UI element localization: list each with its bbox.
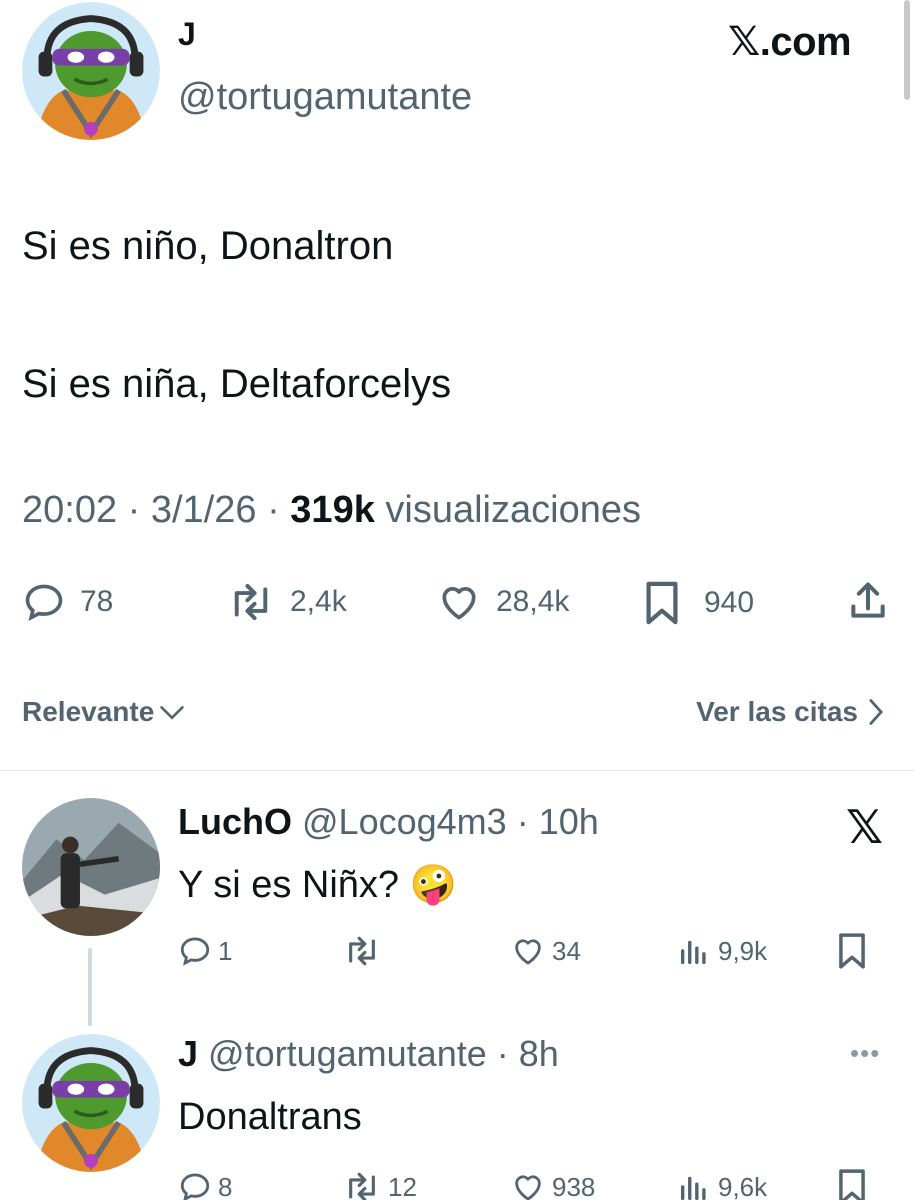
scrollbar[interactable] [904,0,910,100]
reply-views-button[interactable]: 9,9k [676,934,767,968]
reply-text-body: Y si es Niñx? [178,864,400,906]
reply-views-button[interactable]: 9,6k [676,1170,767,1200]
reply-author-handle[interactable]: @Locog4m3 [302,801,507,842]
reply-reply-button[interactable]: 1 [178,934,232,968]
bookmark-icon [646,581,678,625]
reply-reply-button[interactable]: 8 [178,1170,232,1200]
share-button[interactable] [846,578,890,624]
view-quotes-link[interactable]: Ver las citas [696,696,884,728]
bookmark-icon [839,1169,865,1200]
reply-views-count: 9,6k [718,1171,768,1200]
reply-icon [25,584,63,622]
repost-icon [349,936,375,966]
turtle-avatar-image [22,1034,160,1172]
like-count: 28,4k [496,585,570,618]
brand-logo: 𝕏.com [728,20,852,64]
divider [0,770,914,771]
repost-icon [349,1172,375,1200]
views-label: visualizaciones [374,489,641,531]
reply-like-button[interactable]: 34 [510,934,581,968]
zany-face-emoji: 🤪 [409,864,457,906]
reply-header: LuchO @Locog4m3 · 10h [178,801,599,842]
reply-icon [180,1173,210,1200]
reply-count: 78 [80,585,114,618]
tweet-meta: 20:02 · 3/1/26 · 319k visualizaciones [22,486,641,534]
heart-icon [515,939,541,965]
reply-author-handle[interactable]: @tortugamutante [208,1033,487,1074]
reply-like-button[interactable]: 938 [510,1170,595,1200]
reply-avatar[interactable] [22,798,160,936]
bookmark-icon [839,933,865,969]
reply-repost-button[interactable]: 12 [342,1170,417,1200]
heart-icon [515,1175,541,1200]
author-handle[interactable]: @tortugamutante [178,74,472,120]
heart-icon [442,587,476,620]
repost-icon [234,583,268,621]
reply-like-count: 938 [552,1171,596,1200]
view-quotes-label: Ver las citas [696,696,858,727]
tweet-text-line-1: Si es niño, Donaltron [22,224,394,268]
author-name[interactable]: J [178,14,196,54]
reply-text: Y si es Niñx? 🤪 [178,862,457,908]
reply-text: Donaltrans [178,1096,362,1138]
reply-reply-count: 1 [218,935,233,966]
chevron-right-icon [869,699,883,725]
x-logo-icon: 𝕏 [846,801,884,853]
reply-reply-count: 8 [218,1171,233,1200]
reply-button[interactable]: 78 [22,580,113,624]
reply-avatar[interactable] [22,1034,160,1172]
share-icon [851,582,885,618]
reply-author-name[interactable]: J [178,1033,198,1074]
thread-line [88,948,92,1026]
repost-button[interactable]: 2,4k [226,580,347,624]
views-icon [680,940,706,965]
chevron-down-icon [160,706,185,720]
bookmark-count: 940 [704,586,755,619]
turtle-avatar-image [22,2,160,140]
more-icon[interactable]: ••• [850,1038,880,1069]
mountain-avatar-image [22,798,160,936]
bookmark-button[interactable]: 940 [642,580,754,626]
author-avatar[interactable] [22,2,160,140]
sort-label: Relevante [22,696,155,727]
repost-count: 2,4k [290,585,347,618]
reply-bookmark-button[interactable] [836,1168,868,1200]
reply-like-count: 34 [552,935,581,966]
like-button[interactable]: 28,4k [436,580,569,624]
reply-icon [180,937,210,966]
reply-bookmark-button[interactable] [836,932,868,970]
reply-timestamp[interactable]: 8h [519,1033,559,1074]
reply-timestamp[interactable]: 10h [539,801,599,842]
reply-repost-button[interactable] [342,934,388,968]
views-icon [680,1176,706,1200]
sort-relevance-dropdown[interactable]: Relevante [22,696,186,728]
tweet-text-line-2: Si es niña, Deltaforcelys [22,362,452,406]
reply-author-name[interactable]: LuchO [178,801,292,842]
view-count: 319k [290,489,375,531]
tweet-timestamp[interactable]: 20:02 · 3/1/26 · [22,489,290,531]
reply-views-count: 9,9k [718,935,768,966]
reply-header: J @tortugamutante · 8h [178,1033,559,1074]
reply-repost-count: 12 [388,1171,417,1200]
